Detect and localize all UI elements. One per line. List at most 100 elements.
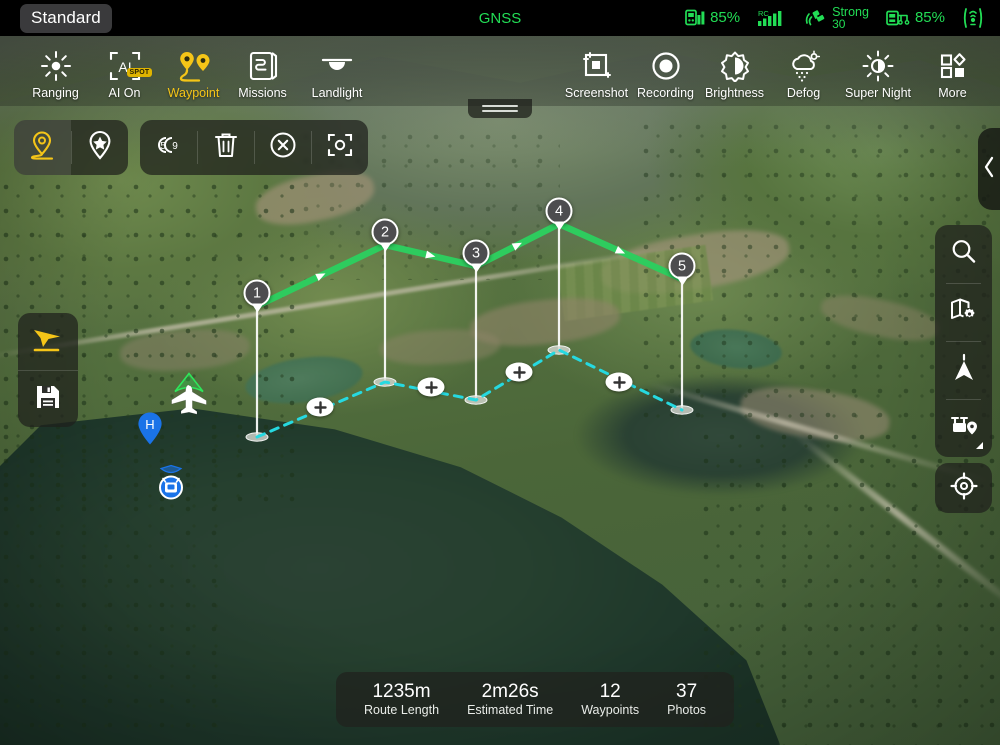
waypoint-marker[interactable]: 2 <box>371 218 399 252</box>
flight-mode-badge[interactable]: Standard <box>20 3 112 33</box>
waypoint-pin-tail <box>470 263 482 273</box>
takeoff-button[interactable] <box>18 313 78 370</box>
add-waypoint-button[interactable] <box>605 372 633 392</box>
satellite-count: 30 <box>832 17 846 32</box>
reverse-route-button[interactable]: 5 9 <box>140 120 197 175</box>
toolbar-item-label: Defog <box>786 85 821 100</box>
toolbar-item-more[interactable]: More <box>919 43 986 100</box>
recenter-button[interactable] <box>935 463 992 513</box>
crosshair-target-icon <box>949 471 978 505</box>
rc-signal-icon: RC <box>757 8 787 27</box>
satellite-indicator: Strong 30 <box>804 5 869 32</box>
toolbar-item-screenshot[interactable]: Screenshot <box>563 43 630 100</box>
rc-battery-icon <box>685 9 705 26</box>
drag-line <box>482 105 518 107</box>
waypoint-icon <box>176 47 212 85</box>
search-icon <box>950 238 977 270</box>
toolbar-item-brightness[interactable]: Brightness <box>701 43 768 100</box>
record-icon <box>650 47 682 85</box>
ranging-icon <box>39 47 73 85</box>
waypoint-marker[interactable]: 4 <box>545 197 573 231</box>
waypoint-pin-tail <box>676 276 688 286</box>
toolbar-item-recording[interactable]: Recording <box>632 43 699 100</box>
toolbar-item-label: Super Night <box>844 85 911 100</box>
toolbar-item-label: Screenshot <box>564 85 629 100</box>
route-action-group: 5 9 <box>140 120 368 175</box>
landlight-icon <box>317 47 357 85</box>
star-pin-icon <box>86 130 114 165</box>
waypoint-marker[interactable]: 3 <box>462 239 490 273</box>
add-waypoint-button[interactable] <box>417 377 445 397</box>
waypoint-number: 2 <box>371 218 399 246</box>
toolbar-item-label: Brightness <box>704 85 765 100</box>
drone-flight-app: 12345 H Standard GNSS 85% RC Strong 30 8… <box>0 0 1000 745</box>
stat-label: Waypoints <box>581 703 640 718</box>
route-stats-panel: 1235m Route Length 2m26s Estimated Time … <box>336 672 735 728</box>
waypoint-number: 3 <box>462 239 490 267</box>
reverse-route-icon: 5 9 <box>154 132 184 163</box>
plus-icon <box>424 380 438 394</box>
toolbar-item-waypoint[interactable]: Waypoint <box>160 43 227 100</box>
super-night-icon <box>861 47 895 85</box>
svg-text:RC: RC <box>758 9 769 18</box>
collapse-panel-tab[interactable] <box>978 128 1000 210</box>
add-waypoint-button[interactable] <box>306 397 334 417</box>
toolbar-item-ranging[interactable]: Ranging <box>22 43 89 100</box>
waypoint-route-pin-icon <box>28 130 58 165</box>
toolbar-item-ai[interactable]: AI SPOT AI On <box>91 43 158 100</box>
svg-text:9: 9 <box>172 141 178 152</box>
navigation-arrow-icon <box>951 353 977 388</box>
toolbar-item-missions[interactable]: Missions <box>229 43 296 100</box>
rc-marker-icon[interactable] <box>154 464 188 506</box>
transmission-icon <box>962 7 984 29</box>
poi-tool[interactable] <box>71 120 128 175</box>
home-pin-icon[interactable]: H <box>137 412 163 451</box>
waypoint-tool-group <box>14 120 128 175</box>
focus-frame-icon <box>326 131 354 164</box>
search-button[interactable] <box>935 225 992 283</box>
waypoint-pin-tail <box>553 221 565 231</box>
ai-mode-badge: SPOT <box>126 67 153 77</box>
aircraft-icon[interactable] <box>161 370 217 429</box>
waypoint-number: 4 <box>545 197 573 225</box>
map-settings-button[interactable] <box>935 283 992 341</box>
panel-drag-handle[interactable] <box>468 99 532 118</box>
transmission-indicator[interactable] <box>962 7 984 29</box>
flight-action-panel <box>18 313 78 427</box>
waypoint-number: 5 <box>668 252 696 280</box>
drone-locate-button[interactable] <box>935 399 992 457</box>
satellite-icon <box>804 8 826 27</box>
drone-battery-value: 85% <box>914 9 945 27</box>
toolbar-item-super-night[interactable]: Super Night <box>839 43 917 100</box>
map-tools-rail <box>935 225 992 457</box>
stat-label: Route Length <box>364 703 440 718</box>
toolbar-item-defog[interactable]: Defog <box>770 43 837 100</box>
drag-line <box>482 110 518 112</box>
stat-label: Estimated Time <box>467 703 554 718</box>
save-route-button[interactable] <box>18 370 78 427</box>
waypoint-pin-tail <box>379 242 391 252</box>
stat-estimated-time: 2m26s Estimated Time <box>453 681 567 717</box>
plus-icon <box>512 365 526 379</box>
screenshot-icon <box>581 47 613 85</box>
fit-route-button[interactable] <box>311 120 368 175</box>
stat-value: 12 <box>599 681 621 702</box>
toolbar-item-label: Ranging <box>32 85 79 100</box>
route-waypoint-tool[interactable] <box>14 120 71 175</box>
rc-battery-value: 85% <box>710 9 741 27</box>
waypoint-marker[interactable]: 1 <box>243 279 271 313</box>
waypoint-marker[interactable]: 5 <box>668 252 696 286</box>
toolbar-item-landlight[interactable]: Landlight <box>298 43 376 100</box>
toolbar-item-label: Recording <box>637 85 694 100</box>
svg-text:H: H <box>145 417 154 432</box>
stat-value: 37 <box>676 681 698 702</box>
status-indicators: 85% RC Strong 30 85% <box>685 5 1000 32</box>
top-status-bar: Standard GNSS 85% RC Strong 30 85% <box>0 0 1000 36</box>
add-waypoint-button[interactable] <box>505 362 533 382</box>
stat-value: 1235m <box>372 681 431 702</box>
stat-label: Photos <box>667 703 707 718</box>
compass-button[interactable] <box>935 341 992 399</box>
delete-route-button[interactable] <box>197 120 254 175</box>
stat-waypoints: 12 Waypoints <box>567 681 653 717</box>
clear-button[interactable] <box>254 120 311 175</box>
